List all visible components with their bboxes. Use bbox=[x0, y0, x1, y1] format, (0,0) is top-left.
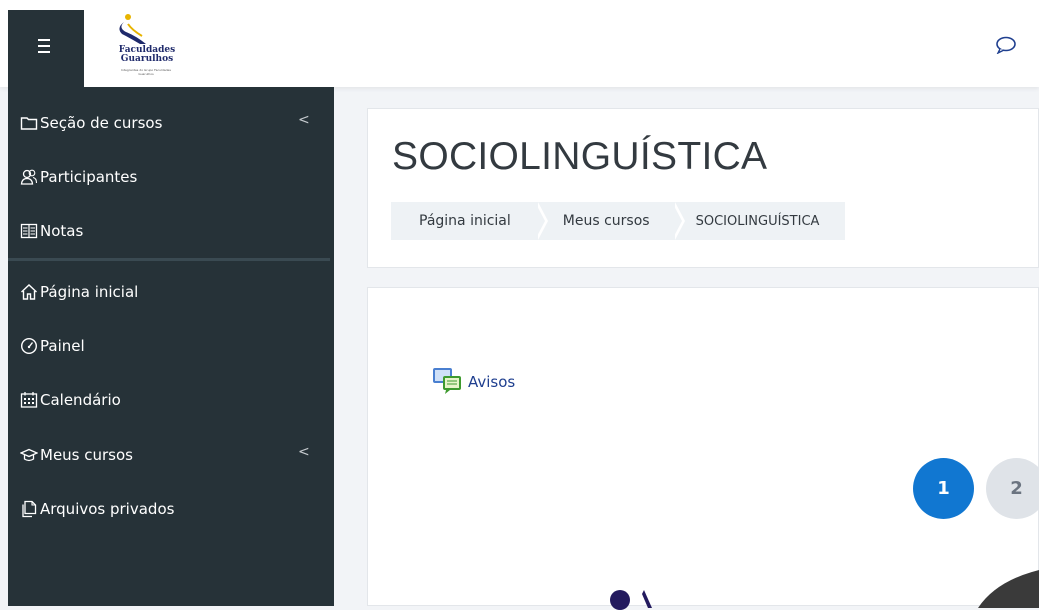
forum-label: Avisos bbox=[468, 373, 516, 391]
breadcrumb-current-course[interactable]: SOCIOLINGUÍSTICA bbox=[671, 202, 846, 240]
chevron-left-icon[interactable]: < bbox=[298, 444, 310, 460]
files-icon bbox=[20, 500, 38, 518]
folder-icon bbox=[20, 114, 38, 132]
page-title: SOCIOLINGUÍSTICA bbox=[392, 135, 768, 178]
drawer-divider bbox=[8, 258, 330, 261]
nav-item-label: Notas bbox=[40, 222, 84, 240]
nav-item-label: Seção de cursos bbox=[40, 114, 163, 132]
nav-item-arquivos-privados[interactable]: Arquivos privados bbox=[8, 486, 334, 532]
drawer-toggle-area bbox=[8, 10, 84, 87]
breadcrumb: Página inicial Meus cursos SOCIOLINGUÍST… bbox=[391, 202, 846, 240]
nav-item-participantes[interactable]: Participantes bbox=[8, 154, 334, 200]
graduation-cap-icon bbox=[20, 446, 38, 464]
nav-item-label: Arquivos privados bbox=[40, 500, 175, 518]
site-logo[interactable]: Faculdades Guarulhos Integrantes do Grup… bbox=[84, 10, 180, 86]
calendar-icon bbox=[20, 391, 38, 409]
breadcrumb-my-courses[interactable]: Meus cursos bbox=[534, 202, 685, 240]
nav-item-calendario[interactable]: Calendário bbox=[8, 377, 334, 423]
nav-item-label: Meus cursos bbox=[40, 446, 133, 464]
page-header: SOCIOLINGUÍSTICA Página inicial Meus cur… bbox=[367, 108, 1039, 268]
chevron-left-icon[interactable]: < bbox=[298, 112, 310, 128]
dashboard-icon bbox=[20, 337, 38, 355]
logo-tagline: Integrantes do Grupo Faculdades Guarulho… bbox=[121, 68, 171, 76]
chat-bubble-icon[interactable] bbox=[995, 36, 1017, 55]
home-icon bbox=[20, 283, 38, 301]
top-navbar: Faculdades Guarulhos Integrantes do Grup… bbox=[0, 0, 1039, 87]
nav-item-label: Página inicial bbox=[40, 283, 139, 301]
nav-item-label: Painel bbox=[40, 337, 85, 355]
course-image-partial bbox=[610, 590, 652, 610]
page-indicator-1[interactable]: 1 bbox=[913, 458, 974, 519]
table-icon bbox=[20, 222, 38, 240]
course-content: Avisos 1 2 bbox=[367, 287, 1039, 610]
nav-item-painel[interactable]: Painel bbox=[8, 323, 334, 369]
nav-item-label: Calendário bbox=[40, 391, 121, 409]
nav-item-label: Participantes bbox=[40, 168, 138, 186]
nav-item-pagina-inicial[interactable]: Página inicial bbox=[8, 269, 334, 315]
nav-item-secao-de-cursos[interactable]: Seção de cursos < bbox=[8, 100, 334, 146]
logo-emblem-icon bbox=[119, 14, 146, 44]
users-icon bbox=[20, 168, 38, 186]
nav-item-meus-cursos[interactable]: Meus cursos < bbox=[8, 432, 334, 478]
nav-item-notas[interactable]: Notas bbox=[8, 208, 334, 254]
hamburger-icon[interactable] bbox=[30, 34, 58, 58]
breadcrumb-home[interactable]: Página inicial bbox=[391, 202, 548, 240]
page-indicator-2[interactable]: 2 bbox=[986, 458, 1039, 519]
course-image-dark-shape bbox=[978, 570, 1039, 608]
nav-drawer: Seção de cursos < Participantes Notas Pá… bbox=[8, 87, 334, 606]
logo-text: Faculdades Guarulhos bbox=[118, 45, 176, 64]
forum-announcements-link[interactable]: Avisos bbox=[432, 366, 515, 398]
forum-icon bbox=[432, 366, 462, 398]
